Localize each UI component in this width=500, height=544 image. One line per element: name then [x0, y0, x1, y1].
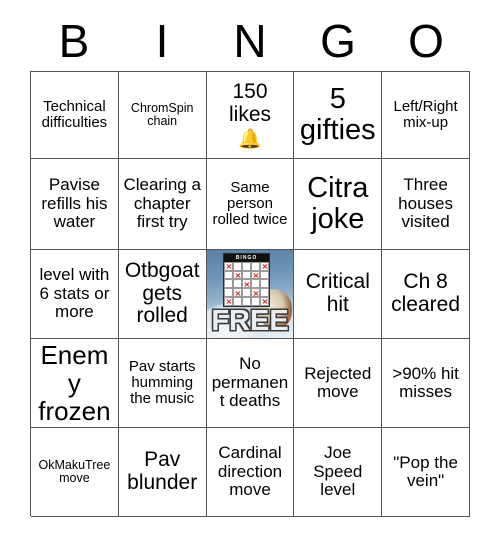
mini-cell-marked: [250, 270, 260, 280]
bingo-cell-label: "Pop the vein": [393, 452, 458, 490]
mini-cell: [224, 288, 234, 298]
mini-cell: [233, 261, 243, 271]
bingo-cell-label: 150 likes: [228, 80, 271, 126]
bingo-cell[interactable]: Pav starts humming the music: [118, 339, 207, 428]
bingo-cell[interactable]: Technical difficulties: [31, 72, 119, 159]
bingo-cell[interactable]: Pav blunder: [118, 428, 207, 517]
bingo-cell[interactable]: Joe Speed level: [294, 428, 383, 517]
bingo-cell[interactable]: ChromSpin chain: [118, 72, 207, 159]
bingo-cell[interactable]: OkMakuTree move: [31, 428, 119, 517]
mini-cell-marked: [242, 279, 251, 289]
bingo-cell-label: Joe Speed level: [313, 443, 363, 500]
bingo-card: B I N GO Technical difficulties ChromSpin ch…: [0, 0, 500, 544]
bingo-cell[interactable]: >90% hit misses: [382, 339, 470, 428]
mini-cell: [242, 288, 251, 298]
bingo-cell-label: level with 6 stats or more: [39, 265, 110, 322]
bingo-cell-label: Citra joke: [307, 171, 369, 235]
bingo-header-letter-i: I: [155, 15, 169, 67]
bingo-cell-label: Three houses visited: [398, 175, 453, 232]
mini-cell: [259, 270, 269, 280]
bingo-cell-label: Left/Right mix-up: [393, 97, 458, 131]
bingo-cell[interactable]: Cardinal direction move: [206, 428, 295, 517]
bingo-header-letter-b: B: [58, 15, 90, 67]
mini-cell: [250, 279, 260, 289]
bingo-cell[interactable]: 150 likes 🔔: [206, 72, 295, 159]
bingo-cell-label: Cardinal direction move: [217, 443, 283, 500]
bingo-cell[interactable]: Otbgoat gets rolled: [118, 250, 207, 339]
bingo-grid: Technical difficulties ChromSpin chain 150…: [30, 71, 470, 517]
bingo-cell-label: Technical difficulties: [41, 97, 108, 131]
mini-cell: [242, 270, 251, 280]
bingo-cell[interactable]: Rejected move: [294, 339, 383, 428]
bingo-cell[interactable]: Citra joke: [294, 159, 383, 250]
bingo-cell-label: Ch 8 cleared: [391, 270, 461, 316]
bingo-cell[interactable]: Critical hit: [294, 250, 383, 339]
bingo-cell-label: Pav starts humming the music: [128, 357, 196, 408]
bingo-cell-label: Same person rolled twice: [212, 178, 288, 229]
bingo-cell-label: ChromSpin chain: [130, 100, 194, 128]
bingo-cell[interactable]: Pavise refills his water: [31, 159, 119, 250]
bingo-cell-label: Rejected move: [304, 363, 372, 401]
bingo-cell-label: Clearing a chapter first try: [123, 175, 201, 232]
bingo-cell[interactable]: Left/Right mix-up: [382, 72, 470, 159]
bingo-cell[interactable]: Clearing a chapter first try: [118, 159, 207, 250]
mini-cell-marked: [224, 261, 234, 271]
mini-cell: [224, 270, 234, 280]
mini-cell: [259, 279, 269, 289]
mini-cell-marked: [233, 288, 243, 298]
bingo-cell[interactable]: No permanent deaths: [206, 339, 295, 428]
bingo-cell-label: OkMakuTree move: [38, 457, 111, 485]
mini-bingo-grid: [224, 261, 269, 307]
bingo-cell-label: Enemy frozen: [38, 339, 111, 427]
mini-cell: [259, 288, 269, 298]
bingo-cell-label: 5 gifties: [299, 82, 376, 146]
bingo-cell[interactable]: 5 gifties: [294, 72, 383, 159]
bingo-cell-label: Pav blunder: [127, 448, 198, 494]
bingo-cell[interactable]: "Pop the vein": [382, 428, 470, 517]
mini-cell-marked: [250, 288, 260, 298]
mini-cell: [233, 279, 243, 289]
bingo-cell[interactable]: Enemy frozen: [31, 339, 119, 428]
mini-cell-marked: [233, 270, 243, 280]
bingo-cell[interactable]: Three houses visited: [382, 159, 470, 250]
bingo-cell[interactable]: Ch 8 cleared: [382, 250, 470, 339]
bingo-cell-label: >90% hit misses: [392, 363, 459, 401]
mini-bingo-card-title: BINGO: [224, 253, 269, 262]
bingo-cell-label: No permanent deaths: [211, 354, 289, 411]
mini-cell-marked: [259, 261, 269, 271]
bingo-cell-label: Critical hit: [305, 270, 370, 316]
bingo-header-letter-g: G: [320, 15, 356, 67]
bingo-cell-label: Otbgoat gets rolled: [124, 258, 200, 328]
bell-emoji: 🔔: [238, 128, 262, 150]
bingo-header-letter-n: N: [233, 15, 267, 67]
bingo-header-row: B I N GO: [30, 12, 470, 70]
free-space-label: FREE: [210, 305, 289, 338]
bingo-cell-label: Pavise refills his water: [41, 175, 108, 232]
free-space-artwork: BINGO FREE: [206, 250, 294, 338]
mini-cell: [224, 279, 234, 289]
mini-cell: [242, 261, 251, 271]
mini-cell: [250, 261, 260, 271]
bingo-cell[interactable]: level with 6 stats or more: [31, 250, 119, 339]
bingo-cell[interactable]: Same person rolled twice: [206, 159, 295, 250]
bingo-header-letter-o: O: [408, 15, 444, 67]
mini-bingo-card: BINGO: [223, 252, 270, 308]
bingo-free-space[interactable]: BINGO FREE: [206, 250, 295, 339]
